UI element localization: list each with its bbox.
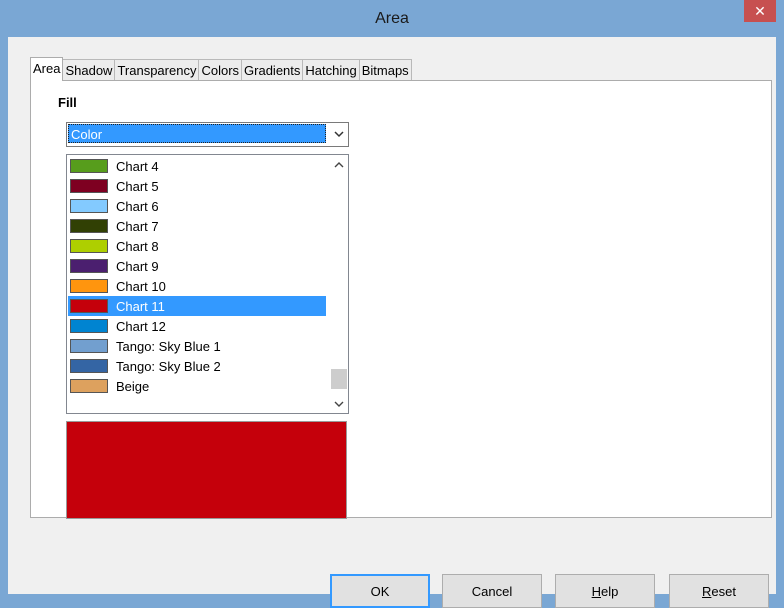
color-name: Chart 8 [116, 238, 159, 254]
color-list[interactable]: Chart 4 Chart 5 Chart 6 Chart 7 Chart 8 Chart… [66, 154, 349, 414]
help-mnemonic: H [591, 583, 602, 599]
color-name: Chart 4 [116, 158, 159, 174]
reset-label: eset [711, 583, 736, 599]
tab-area[interactable]: Area [30, 57, 64, 81]
color-swatch [70, 219, 108, 233]
window-title: Area [375, 10, 409, 27]
fill-heading: Fill [58, 95, 77, 110]
tab-colors[interactable]: Colors [198, 59, 243, 81]
scroll-down-icon[interactable] [330, 395, 348, 413]
fill-type-dropdown[interactable]: Color [66, 122, 349, 147]
color-list-item[interactable]: Beige [68, 376, 326, 396]
cancel-button[interactable]: Cancel [442, 574, 542, 608]
color-swatch [70, 239, 108, 253]
color-swatch [70, 179, 108, 193]
color-swatch [70, 199, 108, 213]
color-list-item[interactable]: Chart 11 [68, 296, 326, 316]
color-swatch [70, 339, 108, 353]
scroll-thumb[interactable] [331, 369, 347, 389]
color-name: Chart 5 [116, 178, 159, 194]
reset-button[interactable]: Reset [669, 574, 769, 608]
color-list-item[interactable]: Chart 6 [68, 196, 326, 216]
color-list-item[interactable]: Chart 9 [68, 256, 326, 276]
color-name: Chart 11 [116, 298, 165, 314]
color-name: Chart 9 [116, 258, 159, 274]
color-list-item[interactable]: Tango: Sky Blue 1 [68, 336, 326, 356]
tab-shadow[interactable]: Shadow [62, 59, 116, 81]
tab-hatching[interactable]: Hatching [302, 59, 360, 81]
color-list-item[interactable]: Chart 10 [68, 276, 326, 296]
help-label: elp [601, 583, 619, 599]
reset-mnemonic: R [702, 583, 712, 599]
help-button[interactable]: Help [555, 574, 655, 608]
fill-type-value: Color [68, 124, 326, 143]
color-swatch [70, 359, 108, 373]
close-button[interactable]: ✕ [744, 0, 776, 22]
tab-gradients[interactable]: Gradients [241, 59, 304, 81]
color-list-item[interactable]: Chart 12 [68, 316, 326, 336]
color-list-item[interactable]: Tango: Sky Blue 2 [68, 356, 326, 376]
color-list-item[interactable]: Chart 7 [68, 216, 326, 236]
color-name: Chart 6 [116, 198, 159, 214]
tab-transparency[interactable]: Transparency [114, 59, 200, 81]
color-name: Tango: Sky Blue 1 [116, 338, 221, 354]
area-tab-panel: Fill Color Chart 4 Chart 5 Chart 6 Chart… [30, 80, 772, 519]
tab-bitmaps[interactable]: Bitmaps [358, 59, 412, 81]
title-bar[interactable]: Area ✕ [0, 0, 784, 37]
scroll-up-icon[interactable] [330, 155, 348, 173]
color-list-scrollbar[interactable] [330, 155, 348, 413]
color-swatch [70, 159, 108, 173]
color-swatch [70, 279, 108, 293]
color-name: Tango: Sky Blue 2 [116, 358, 221, 374]
chevron-down-icon[interactable] [330, 125, 347, 144]
color-name: Beige [116, 378, 150, 394]
color-swatch [70, 379, 108, 393]
dialog-body: Area Shadow Transparency Colors Gradient… [8, 37, 776, 608]
color-name: Chart 12 [116, 318, 166, 334]
color-swatch [70, 259, 108, 273]
close-icon: ✕ [754, 2, 766, 19]
color-list-item[interactable]: Chart 4 [68, 156, 326, 176]
color-swatch [70, 299, 108, 313]
color-list-item[interactable]: Chart 5 [68, 176, 326, 196]
color-list-item[interactable]: Chart 8 [68, 236, 326, 256]
color-name: Chart 7 [116, 218, 159, 234]
fill-preview [66, 421, 347, 519]
color-swatch [70, 319, 108, 333]
area-dialog: Area ✕ Area Shadow Transparency Colors G… [0, 0, 784, 608]
ok-button[interactable]: OK [330, 574, 430, 608]
tab-bar: Area Shadow Transparency Colors Gradient… [30, 57, 412, 81]
color-name: Chart 10 [116, 278, 166, 294]
